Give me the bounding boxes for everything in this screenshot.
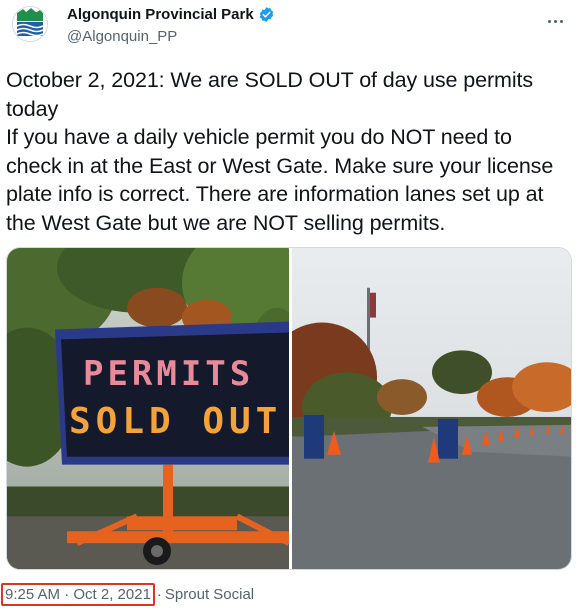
display-name[interactable]: Algonquin Provincial Park [67,6,254,23]
park-logo-icon [13,7,47,41]
sign-line-2: SOLD OUT [69,401,282,442]
meta-separator: · [156,586,162,603]
tweet-line: check in at the East or West Gate. Make … [6,153,554,178]
tweet-media: PERMITS SOLD OUT [6,247,572,570]
west-gate-photo[interactable] [292,248,572,569]
verified-badge-icon [259,7,273,22]
tweet-line: today [6,96,59,121]
name-row: Algonquin Provincial Park [67,6,275,23]
tweet-line: the West Gate but we are NOT selling per… [6,210,446,235]
sign-line-1: PERMITS [83,354,254,393]
tweet-line: plate info is correct. There are informa… [6,182,544,206]
timestamp[interactable]: 9:25 AM · Oct 2, 2021 [1,583,155,606]
account-handle[interactable]: @Algonquin_PP [67,28,177,45]
more-options-icon[interactable] [548,10,568,24]
tweet-line: If you have a daily vehicle permit you d… [6,125,512,149]
avatar[interactable] [12,6,48,42]
tweet-text: October 2, 2021: We are SOLD OUT of day … [6,66,572,237]
permits-sign-photo[interactable]: PERMITS SOLD OUT [7,248,289,569]
tweet-line: October 2, 2021: We are SOLD OUT of day … [6,68,534,92]
tweet-header: Algonquin Provincial Park @Algonquin_PP [0,0,578,60]
source-link[interactable]: Sprout Social [165,586,254,603]
tweet-meta: 9:25 AM · Oct 2, 2021 · Sprout Social [1,583,254,606]
